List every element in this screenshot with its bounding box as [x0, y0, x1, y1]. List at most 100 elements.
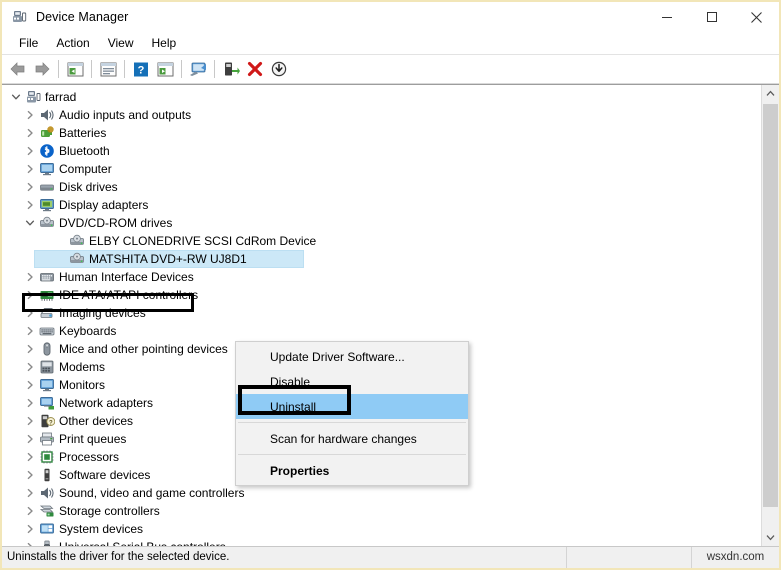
action-menu-icon[interactable] — [153, 57, 177, 81]
twisty-collapsed-icon[interactable] — [22, 128, 38, 138]
tree-item-computer[interactable]: Computer — [2, 160, 761, 178]
close-button[interactable] — [734, 2, 779, 32]
tree-item-keyboards[interactable]: Keyboards — [2, 322, 761, 340]
tree-item-label: Processors — [59, 450, 120, 464]
window-title: Device Manager — [36, 10, 129, 24]
tree-item-label: Display adapters — [59, 198, 149, 212]
tree-item-label: Modems — [59, 360, 106, 374]
tree-item-label: Sound, video and game controllers — [59, 486, 245, 500]
tree-item-batteries[interactable]: Batteries — [2, 124, 761, 142]
show-hide-console-tree-icon[interactable] — [63, 57, 87, 81]
tree-item-storage-controllers[interactable]: Storage controllers — [2, 502, 761, 520]
toolbar-separator — [91, 60, 92, 78]
context-menu-item-label: Uninstall — [270, 399, 317, 414]
forward-icon[interactable] — [30, 57, 54, 81]
tree-item-elby-clonedrive-scsi-cdrom-device[interactable]: ELBY CLONEDRIVE SCSI CdRom Device — [2, 232, 761, 250]
title-bar: Device Manager — [2, 2, 779, 32]
update-driver-software-icon[interactable] — [219, 57, 243, 81]
twisty-collapsed-icon[interactable] — [22, 110, 38, 120]
vertical-scrollbar[interactable] — [761, 85, 779, 546]
twisty-collapsed-icon[interactable] — [22, 182, 38, 192]
svg-text:?: ? — [138, 64, 145, 76]
context-menu-item-label: Update Driver Software... — [270, 349, 405, 364]
speaker-icon — [38, 485, 56, 501]
twisty-collapsed-icon[interactable] — [22, 164, 38, 174]
tree-item-label: Network adapters — [59, 396, 154, 410]
toolbar-separator — [181, 60, 182, 78]
tree-item-system-devices[interactable]: System devices — [2, 520, 761, 538]
tree-item-matshita-dvd-rw-uj8d1[interactable]: MATSHITA DVD+-RW UJ8D1 — [2, 250, 761, 268]
twisty-collapsed-icon[interactable] — [22, 200, 38, 210]
storage-controller-icon — [38, 503, 56, 519]
menu-file[interactable]: File — [10, 34, 47, 52]
scroll-down-button[interactable] — [762, 529, 779, 546]
menu-action[interactable]: Action — [47, 34, 98, 52]
twisty-collapsed-icon[interactable] — [22, 272, 38, 282]
context-menu-item-update-driver-software[interactable]: Update Driver Software... — [236, 344, 468, 369]
hid-icon — [38, 269, 56, 285]
menu-view[interactable]: View — [99, 34, 143, 52]
tree-item-label: Print queues — [59, 432, 127, 446]
minimize-button[interactable] — [644, 2, 689, 32]
tree-item-label: Keyboards — [59, 324, 117, 338]
watermark: wsxdn.com — [706, 551, 765, 563]
processor-icon — [38, 449, 56, 465]
twisty-collapsed-icon[interactable] — [22, 362, 38, 372]
tree-item-dvd-cd-rom-drives[interactable]: DVD/CD-ROM drives — [2, 214, 761, 232]
twisty-collapsed-icon[interactable] — [22, 326, 38, 336]
twisty-collapsed-icon[interactable] — [22, 524, 38, 534]
twisty-collapsed-icon[interactable] — [22, 308, 38, 318]
tree-item-label: MATSHITA DVD+-RW UJ8D1 — [89, 252, 247, 266]
tree-item-human-interface-devices[interactable]: Human Interface Devices — [2, 268, 761, 286]
window-controls — [644, 2, 779, 32]
twisty-expanded-icon[interactable] — [22, 218, 38, 228]
scan-for-hardware-changes-icon[interactable] — [186, 57, 210, 81]
context-menu-item-disable[interactable]: Disable — [236, 369, 468, 394]
scrollbar-track[interactable] — [762, 102, 779, 529]
twisty-collapsed-icon[interactable] — [22, 146, 38, 156]
tree-item-display-adapters[interactable]: Display adapters — [2, 196, 761, 214]
twisty-collapsed-icon[interactable] — [22, 542, 38, 546]
twisty-collapsed-icon[interactable] — [22, 434, 38, 444]
tree-item-imaging-devices[interactable]: Imaging devices — [2, 304, 761, 322]
twisty-expanded-icon[interactable] — [8, 92, 24, 102]
context-menu[interactable]: Update Driver Software... Disable Uninstal… — [235, 341, 469, 486]
tree-item-label: Imaging devices — [59, 306, 146, 320]
tree-item-audio-inputs-and-outputs[interactable]: Audio inputs and outputs — [2, 106, 761, 124]
twisty-collapsed-icon[interactable] — [22, 452, 38, 462]
twisty-collapsed-icon[interactable] — [22, 470, 38, 480]
twisty-collapsed-icon[interactable] — [22, 488, 38, 498]
menu-help[interactable]: Help — [143, 34, 186, 52]
tree-item-label: Human Interface Devices — [59, 270, 194, 284]
twisty-collapsed-icon[interactable] — [22, 398, 38, 408]
tree-item-ide-ata-atapi-controllers[interactable]: IDE ATA/ATAPI controllers — [2, 286, 761, 304]
disable-device-icon[interactable] — [267, 57, 291, 81]
tree-item-label: Mice and other pointing devices — [59, 342, 228, 356]
context-menu-item-properties[interactable]: Properties — [236, 458, 468, 483]
toolbar: ? — [2, 55, 779, 84]
context-menu-item-uninstall[interactable]: Uninstall — [236, 394, 468, 419]
twisty-collapsed-icon[interactable] — [22, 380, 38, 390]
other-device-icon: ? — [38, 413, 56, 429]
tree-item-disk-drives[interactable]: Disk drives — [2, 178, 761, 196]
tree-item-label: Software devices — [59, 468, 151, 482]
context-menu-item-scan-for-hardware-changes[interactable]: Scan for hardware changes — [236, 426, 468, 451]
properties-icon[interactable] — [96, 57, 120, 81]
twisty-collapsed-icon[interactable] — [22, 290, 38, 300]
twisty-collapsed-icon[interactable] — [22, 344, 38, 354]
maximize-button[interactable] — [689, 2, 734, 32]
uninstall-device-icon[interactable] — [243, 57, 267, 81]
imaging-device-icon — [38, 305, 56, 321]
tree-item-sound-video-and-game-controllers[interactable]: Sound, video and game controllers — [2, 484, 761, 502]
back-icon[interactable] — [6, 57, 30, 81]
scrollbar-thumb[interactable] — [763, 104, 778, 507]
dvd-drive-icon — [68, 251, 86, 267]
twisty-collapsed-icon[interactable] — [22, 416, 38, 426]
tree-item-bluetooth[interactable]: Bluetooth — [2, 142, 761, 160]
twisty-collapsed-icon[interactable] — [22, 506, 38, 516]
help-icon[interactable]: ? — [129, 57, 153, 81]
bluetooth-icon — [38, 143, 56, 159]
tree-root-farrad[interactable]: farrad — [2, 88, 761, 106]
scroll-up-button[interactable] — [762, 85, 779, 102]
tree-item-universal-serial-bus-controllers[interactable]: Universal Serial Bus controllers — [2, 538, 761, 546]
